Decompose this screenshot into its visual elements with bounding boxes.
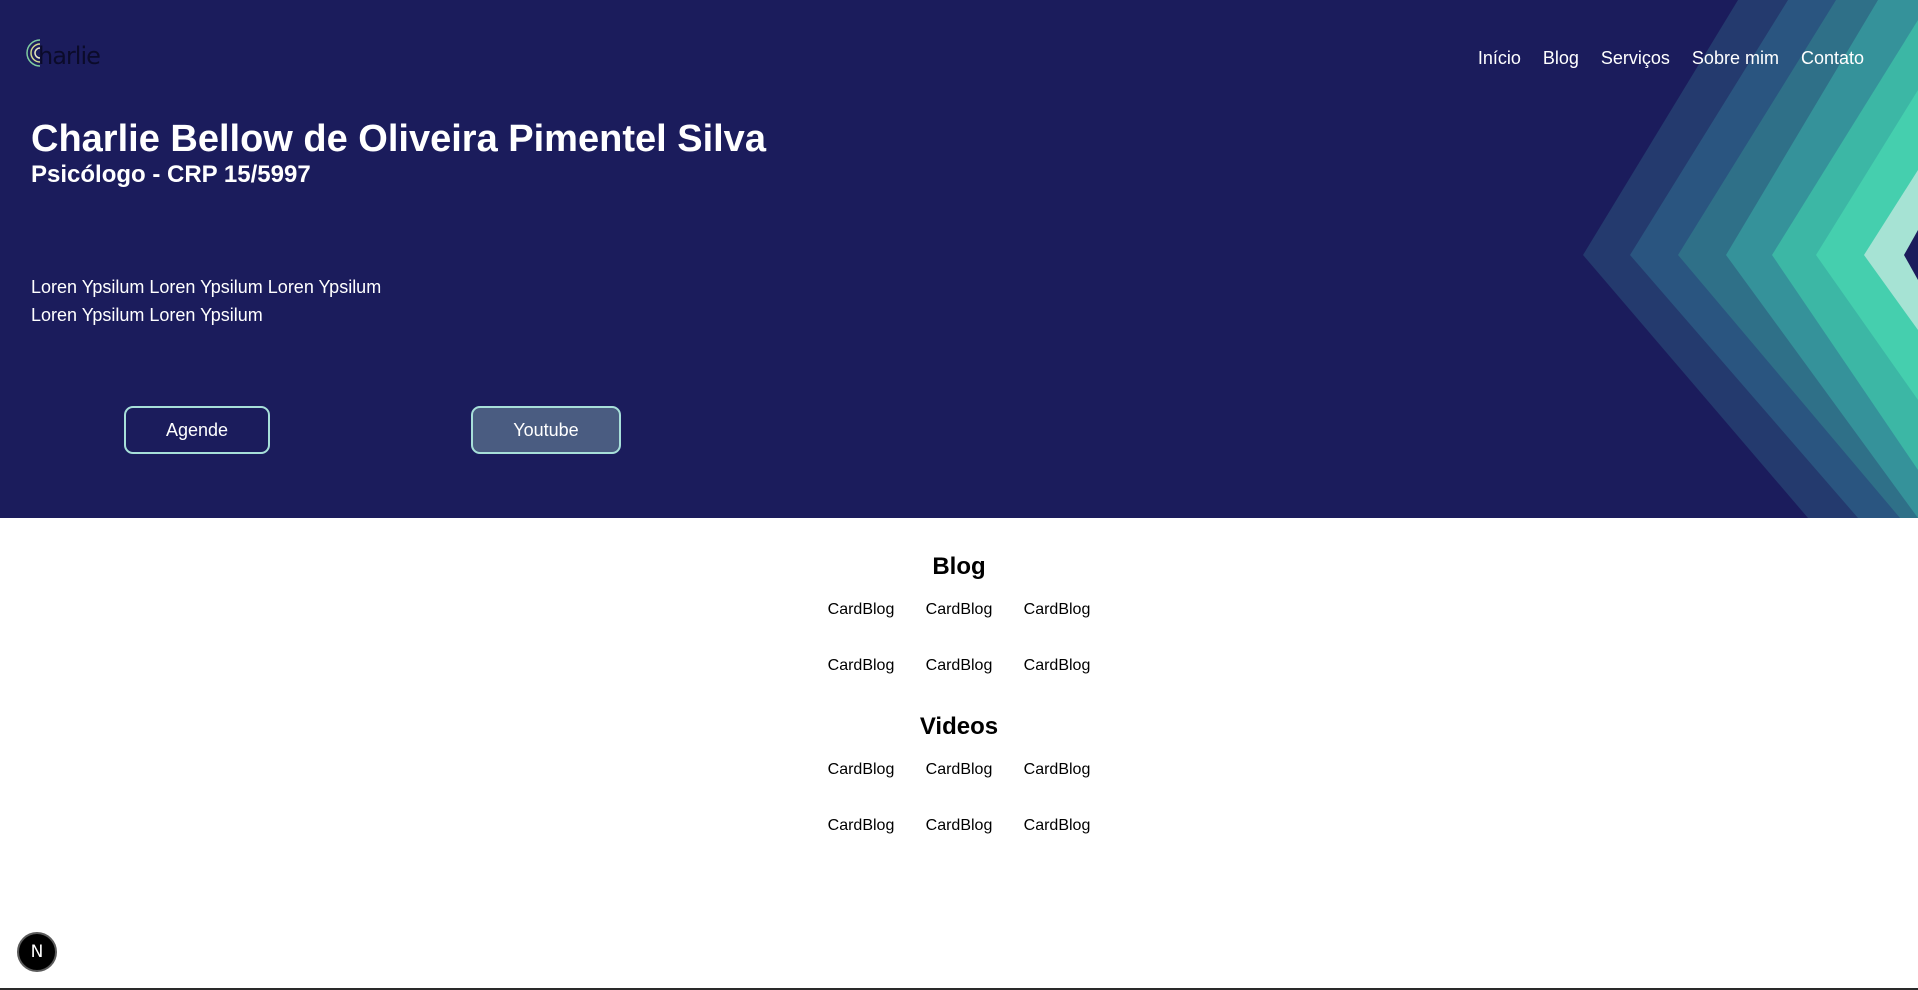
blog-card[interactable]: CardBlog bbox=[910, 601, 1008, 621]
nav-item-inicio[interactable]: Início bbox=[1478, 48, 1521, 69]
video-card[interactable]: CardBlog bbox=[1008, 761, 1106, 781]
nav-item-blog[interactable]: Blog bbox=[1543, 48, 1579, 69]
intro-line-1: Loren Ypsilum Loren Ypsilum Loren Ypsilu… bbox=[31, 277, 382, 297]
video-card[interactable]: CardBlog bbox=[812, 761, 910, 781]
blog-section-title: Blog bbox=[932, 553, 986, 580]
main-nav: Início Blog Serviços Sobre mim Contato bbox=[1478, 48, 1864, 69]
page-title: Charlie Bellow de Oliveira Pimentel Silv… bbox=[31, 118, 766, 160]
chevron-pattern-decoration bbox=[1583, 0, 1918, 518]
hero-section: harlie Início Blog Serviços Sobre mim Co… bbox=[0, 0, 1918, 518]
blog-card-grid: CardBlog CardBlog CardBlog CardBlog Card… bbox=[812, 601, 1106, 677]
videos-section-title: Videos bbox=[919, 713, 999, 740]
video-card[interactable]: CardBlog bbox=[1008, 817, 1106, 837]
video-card[interactable]: CardBlog bbox=[812, 817, 910, 837]
blog-card[interactable]: CardBlog bbox=[1008, 657, 1106, 677]
agende-button[interactable]: Agende bbox=[124, 406, 270, 454]
blog-card[interactable]: CardBlog bbox=[812, 601, 910, 621]
youtube-button[interactable]: Youtube bbox=[471, 406, 621, 454]
video-card[interactable]: CardBlog bbox=[910, 817, 1008, 837]
blog-card[interactable]: CardBlog bbox=[910, 657, 1008, 677]
video-card[interactable]: CardBlog bbox=[910, 761, 1008, 781]
intro-text: Loren Ypsilum Loren Ypsilum Loren Ypsilu… bbox=[31, 273, 381, 329]
videos-card-grid: CardBlog CardBlog CardBlog CardBlog Card… bbox=[812, 761, 1106, 837]
logo-text: harlie bbox=[38, 42, 101, 70]
nav-item-servicos[interactable]: Serviços bbox=[1601, 48, 1670, 69]
page-subtitle: Psicólogo - CRP 15/5997 bbox=[31, 161, 311, 188]
logo[interactable]: harlie bbox=[24, 38, 101, 70]
blog-card[interactable]: CardBlog bbox=[812, 657, 910, 677]
nextjs-devtools-button[interactable]: N bbox=[17, 932, 57, 972]
nav-item-contato[interactable]: Contato bbox=[1801, 48, 1864, 69]
nav-item-sobre-mim[interactable]: Sobre mim bbox=[1692, 48, 1779, 69]
blog-card[interactable]: CardBlog bbox=[1008, 601, 1106, 621]
intro-line-2: Loren Ypsilum Loren Ypsilum bbox=[31, 305, 263, 325]
